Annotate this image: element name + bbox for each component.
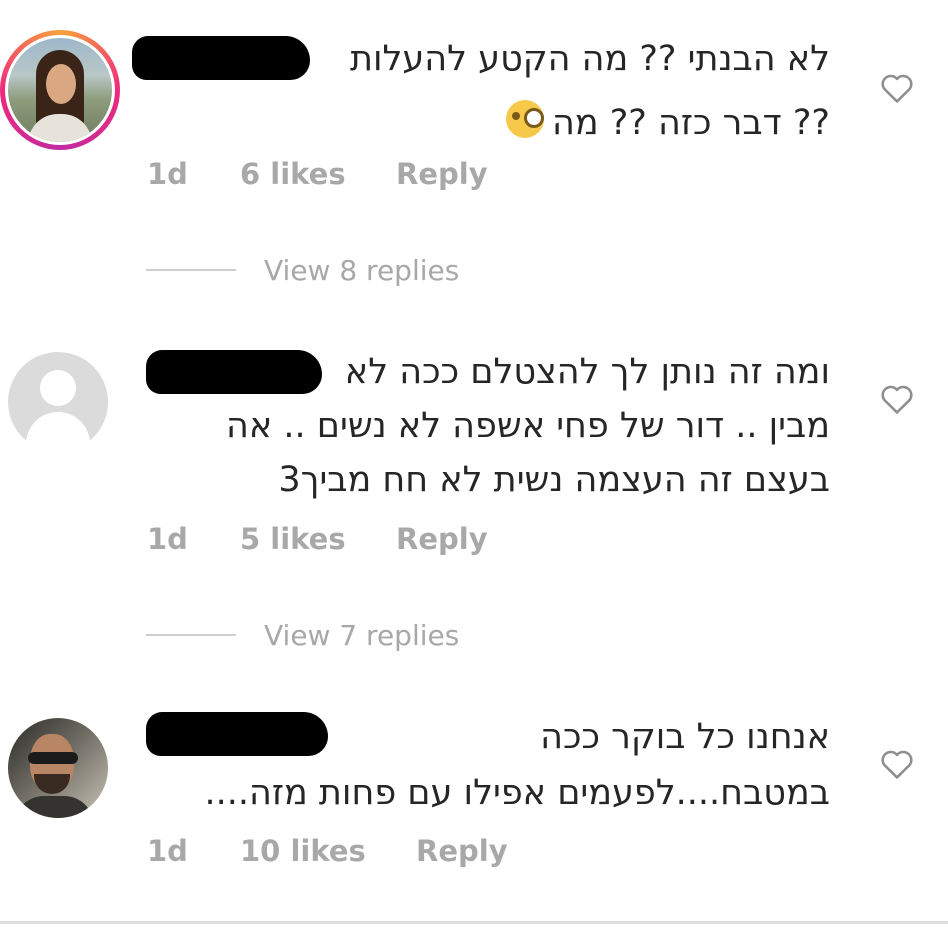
avatar-story-ring[interactable] xyxy=(0,30,120,150)
likes-count[interactable]: 6 likes xyxy=(240,160,346,189)
reply-button[interactable]: Reply xyxy=(396,160,488,189)
avatar[interactable] xyxy=(8,718,108,818)
view-replies-button[interactable]: View 7 replies xyxy=(146,615,459,655)
heart-outline-icon[interactable] xyxy=(880,748,914,780)
divider xyxy=(0,921,948,924)
likes-count[interactable]: 10 likes xyxy=(240,837,366,866)
redaction-bar xyxy=(132,36,310,80)
comment-time: 1d xyxy=(147,834,188,868)
comment-text-line: לא הבנתי ?? מה הקטע להעלות xyxy=(349,39,830,79)
comment-text-line: ?? דבר כזה ?? מה xyxy=(498,100,830,141)
comment-text-line: ומה זה נותן לך להצטלם ככה לא xyxy=(344,352,830,392)
view-replies-button[interactable]: View 8 replies xyxy=(146,250,459,290)
heart-outline-icon[interactable] xyxy=(880,72,914,104)
comment-text-line: במטבח....לפעמים אפילו עם פחות מזה.... xyxy=(204,773,830,813)
redaction-bar xyxy=(146,712,328,756)
comment-text-line: בעצם זה העצמה נשית לא חח מביך3 xyxy=(278,460,830,500)
redaction-bar xyxy=(146,350,322,394)
comment-text-line: אנחנו כל בוקר ככה xyxy=(540,717,830,757)
default-user-avatar-icon[interactable] xyxy=(8,352,108,452)
comment-text-line: מבין .. דור של פחי אשפה לא נשים .. אה xyxy=(226,406,830,446)
heart-outline-icon[interactable] xyxy=(880,383,914,415)
reply-button[interactable]: Reply xyxy=(396,525,488,554)
likes-count[interactable]: 5 likes xyxy=(240,525,346,554)
reply-button[interactable]: Reply xyxy=(416,837,508,866)
avatar xyxy=(8,38,112,142)
comment-time: 1d xyxy=(147,157,188,191)
comment-time: 1d xyxy=(147,522,188,556)
monocle-face-emoji-icon xyxy=(505,100,544,138)
